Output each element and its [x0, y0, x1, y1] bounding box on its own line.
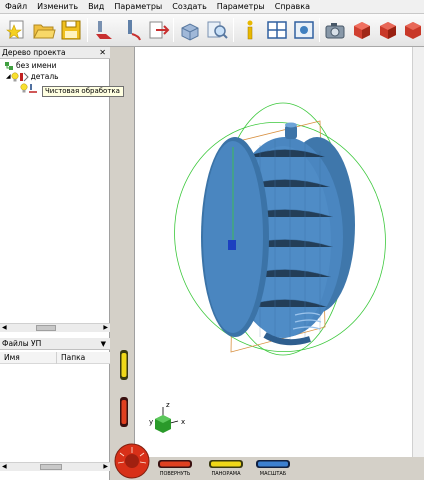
zoom-button[interactable]: МАСШТАБ — [253, 459, 293, 480]
tree-item-root[interactable]: без имени — [4, 61, 57, 71]
origin-marker — [228, 240, 236, 250]
save-icon[interactable] — [59, 18, 83, 42]
properties-icon[interactable] — [292, 18, 316, 42]
toolbar — [0, 14, 424, 47]
axis-y-label: y — [149, 418, 153, 426]
dropdown-icon[interactable]: ▼ — [101, 338, 106, 350]
export-icon[interactable] — [146, 18, 170, 42]
column-folder[interactable]: Папка — [56, 352, 85, 364]
view-controls-bar: ПОВЕРНУТЬ ПАНОРАМА МАСШТАБ — [111, 443, 424, 480]
scroll-left-icon[interactable]: ◀ — [2, 463, 7, 471]
menu-parameters[interactable]: Параметры — [109, 0, 167, 14]
rotate-slider-icon — [158, 460, 192, 468]
pin-icon[interactable]: ✕ — [99, 47, 106, 59]
menu-edit[interactable]: Изменить — [32, 0, 83, 14]
menu-parameters-2[interactable]: Параметры — [212, 0, 270, 14]
rotate-label: ПОВЕРНУТЬ — [159, 471, 191, 477]
open-folder-icon[interactable] — [32, 18, 56, 42]
shaded-cube-icon[interactable] — [350, 18, 374, 42]
lightbulb-icon[interactable] — [20, 83, 28, 93]
model-view[interactable]: z x y — [135, 47, 424, 457]
column-name[interactable]: Имя — [0, 352, 20, 364]
files-panel-title: Файлы УП — [2, 339, 42, 348]
material-cube-icon[interactable] — [376, 18, 400, 42]
3d-viewport[interactable]: z x y — [135, 47, 424, 457]
part-icon — [19, 72, 29, 82]
axis-triad — [154, 407, 179, 433]
menu-file[interactable]: Файл — [0, 0, 32, 14]
red-dial-icon[interactable] — [120, 397, 128, 429]
new-document-icon[interactable] — [5, 18, 29, 42]
lightbulb-icon[interactable] — [11, 72, 19, 82]
zoom-slider-icon — [256, 460, 290, 468]
menu-view[interactable]: Вид — [83, 0, 109, 14]
stock-icon[interactable] — [178, 18, 202, 42]
operation-tooltip: Чистовая обработка — [42, 86, 124, 97]
left-panel: Дерево проекта ✕ без имени ◢ деталь ◀ ▶ … — [0, 47, 110, 480]
toolpath-icon[interactable] — [92, 18, 116, 42]
menu-bar: Файл Изменить Вид Параметры Создать Пара… — [0, 0, 424, 14]
info-icon[interactable] — [238, 18, 262, 42]
scroll-thumb[interactable] — [40, 464, 62, 470]
layout-icon[interactable] — [265, 18, 289, 42]
tree-item-part[interactable]: ◢ деталь — [6, 72, 59, 82]
camera-icon[interactable] — [323, 18, 347, 42]
scroll-thumb[interactable] — [36, 325, 56, 331]
project-tree-title: Дерево проекта — [2, 48, 66, 57]
viewport-vertical-scrollbar[interactable] — [412, 47, 424, 457]
rotate-button[interactable]: ПОВЕРНУТЬ — [155, 459, 195, 480]
tree-part-label: деталь — [30, 72, 59, 81]
toolpath-operation-icon — [29, 84, 37, 93]
rotate-dial-icon[interactable] — [114, 443, 150, 480]
inspect-icon[interactable] — [205, 18, 229, 42]
scroll-left-icon[interactable]: ◀ — [2, 324, 7, 332]
project-icon — [5, 62, 13, 70]
tool-icon[interactable] — [119, 18, 143, 42]
pan-label: ПАНОРАМА — [211, 471, 241, 477]
files-grid-header: Имя Папка — [0, 352, 110, 364]
tree-root-label: без имени — [16, 61, 57, 70]
menu-help[interactable]: Справка — [270, 0, 315, 14]
scroll-right-icon[interactable]: ▶ — [103, 324, 108, 332]
pan-button[interactable]: ПАНОРАМА — [206, 459, 246, 480]
view-strip — [111, 47, 135, 480]
tree-horizontal-scrollbar[interactable]: ◀ ▶ — [0, 323, 110, 332]
axis-x-label: x — [181, 418, 185, 426]
pan-slider-icon — [209, 460, 243, 468]
yellow-dial-icon[interactable] — [120, 350, 128, 382]
axis-z-label: z — [166, 401, 170, 409]
scroll-right-icon[interactable]: ▶ — [103, 463, 108, 471]
zoom-label: МАСШТАБ — [259, 471, 287, 477]
files-panel-header: Файлы УП ▼ — [0, 338, 110, 350]
menu-create[interactable]: Создать — [167, 0, 212, 14]
project-tree-header: Дерево проекта ✕ — [0, 47, 110, 59]
tree-item-operation[interactable] — [20, 83, 38, 93]
files-horizontal-scrollbar[interactable]: ◀ ▶ — [0, 462, 110, 471]
render-cube-icon[interactable] — [401, 18, 424, 42]
